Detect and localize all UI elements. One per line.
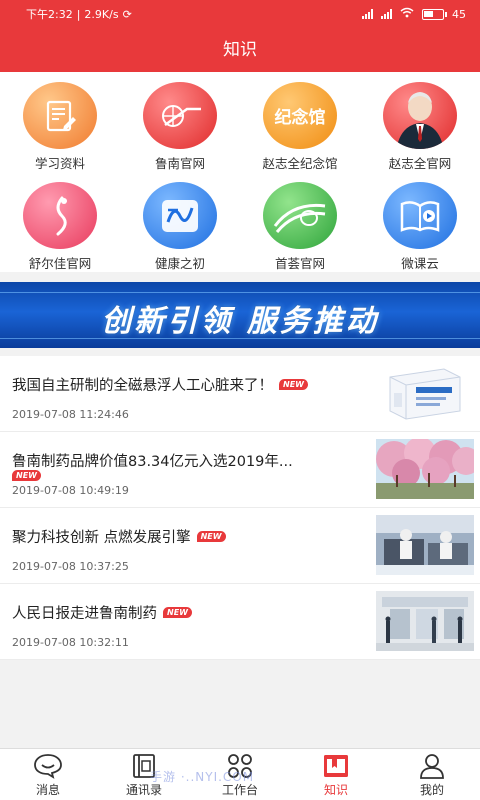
grid-item-label: 健康之初 xyxy=(154,256,205,271)
tab-label: 我的 xyxy=(419,783,444,797)
page-title: 知识 xyxy=(223,40,257,60)
news-item[interactable]: 聚力科技创新 点燃发展引擎 NEW 2019-07-08 10:37:25 xyxy=(0,508,480,584)
cherry-blossom-image xyxy=(376,439,474,499)
grid-item-zhao-site[interactable]: 赵志全官网 xyxy=(360,72,480,172)
tab-label: 知识 xyxy=(323,783,348,797)
new-badge: NEW xyxy=(163,607,192,618)
memorial-hall-icon: 纪念馆 xyxy=(263,82,337,149)
news-date: 2019-07-08 10:49:19 xyxy=(12,484,129,497)
news-list: 我国自主研制的全磁悬浮人工心脏来了！ NEW 2019-07-08 11:24:4… xyxy=(0,356,480,660)
shouhui-logo-icon xyxy=(263,182,337,249)
grid-item-label: 学习资料 xyxy=(34,156,85,171)
portrait-icon xyxy=(383,82,457,149)
lunan-logo-icon xyxy=(143,82,217,149)
wifi-icon xyxy=(400,7,414,21)
new-badge: NEW xyxy=(279,379,308,390)
battery-level: 45 xyxy=(452,7,466,21)
knowledge-book-icon xyxy=(324,755,348,777)
chat-bubble-icon xyxy=(34,754,62,779)
signal-icon xyxy=(362,9,373,19)
news-title: 人民日报走进鲁南制药 xyxy=(12,606,157,622)
news-title: 聚力科技创新 点燃发展引擎 xyxy=(12,530,191,546)
news-item[interactable]: 我国自主研制的全磁悬浮人工心脏来了！ NEW 2019-07-08 11:24:4… xyxy=(0,356,480,432)
status-time: 下午2:32 xyxy=(26,8,73,21)
factory-visit-image xyxy=(376,591,474,651)
grid-item-label: 舒尔佳官网 xyxy=(28,256,92,271)
grid-item-shouhui-site[interactable]: 首荟官网 xyxy=(240,172,360,272)
grid-item-memorial-hall[interactable]: 纪念馆 赵志全纪念馆 xyxy=(240,72,360,172)
news-date: 2019-07-08 10:37:25 xyxy=(12,560,129,573)
shortcut-grid: 学习资料 鲁南官网 纪念馆 赵志全纪念馆 赵志全官网 舒尔佳官网 健康之初 首荟… xyxy=(0,72,480,272)
sync-icon: ⟳ xyxy=(122,7,132,21)
tab-label: 消息 xyxy=(35,783,60,797)
news-date: 2019-07-08 10:32:11 xyxy=(12,636,129,649)
grid-item-study-materials[interactable]: 学习资料 xyxy=(0,72,120,172)
grid-item-label: 赵志全纪念馆 xyxy=(262,156,338,171)
watermark-text: 手游 ·..NYI.COM xyxy=(150,770,255,784)
banner-text: 创新引领 服务推动 xyxy=(101,304,379,339)
grid-item-label: 鲁南官网 xyxy=(154,156,205,171)
new-badge: NEW xyxy=(196,531,226,542)
tab-profile[interactable]: 我的 xyxy=(384,749,480,800)
grid-item-label: 赵志全官网 xyxy=(388,156,452,171)
news-date: 2019-07-08 11:24:46 xyxy=(12,408,129,421)
new-badge: NEW xyxy=(12,470,41,481)
grid-item-label: 首荟官网 xyxy=(274,256,325,271)
tab-knowledge[interactable]: 知识 xyxy=(288,749,384,800)
grid-item-health[interactable]: 健康之初 xyxy=(120,172,240,272)
laboratory-image xyxy=(376,515,474,575)
network-speed: 2.9K/s xyxy=(84,7,119,21)
news-title: 我国自主研制的全磁悬浮人工心脏来了！ xyxy=(12,378,273,394)
grid-item-shuerjia-site[interactable]: 舒尔佳官网 xyxy=(0,172,120,272)
video-book-icon xyxy=(383,182,457,249)
news-item[interactable]: 人民日报走进鲁南制药 NEW 2019-07-08 10:32:11 xyxy=(0,584,480,660)
tab-messages[interactable]: 消息 xyxy=(0,749,96,800)
news-item[interactable]: 鲁南制药品牌价值83.34亿元入选2019年... NEW 2019-07-08… xyxy=(0,432,480,508)
grid-item-lunan-site[interactable]: 鲁南官网 xyxy=(120,72,240,172)
promo-banner[interactable]: 创新引领 服务推动 xyxy=(0,282,480,348)
battery-icon xyxy=(422,8,447,20)
grid-item-label: 微课云 xyxy=(401,256,439,271)
document-edit-icon xyxy=(23,82,97,149)
status-bar: 下午2:32 | 2.9K/s ⟳ 45 xyxy=(26,7,466,22)
grid-item-micro-course[interactable]: 微课云 xyxy=(360,172,480,272)
health-logo-icon xyxy=(143,182,217,249)
shuerjia-logo-icon xyxy=(23,182,97,249)
top-header: 下午2:32 | 2.9K/s ⟳ 45 知识 xyxy=(0,0,480,72)
medicine-box-image xyxy=(376,363,474,423)
news-title: 鲁南制药品牌价值83.34亿元入选2019年... xyxy=(12,454,293,470)
signal-icon-2 xyxy=(381,9,392,19)
person-icon xyxy=(420,754,444,779)
